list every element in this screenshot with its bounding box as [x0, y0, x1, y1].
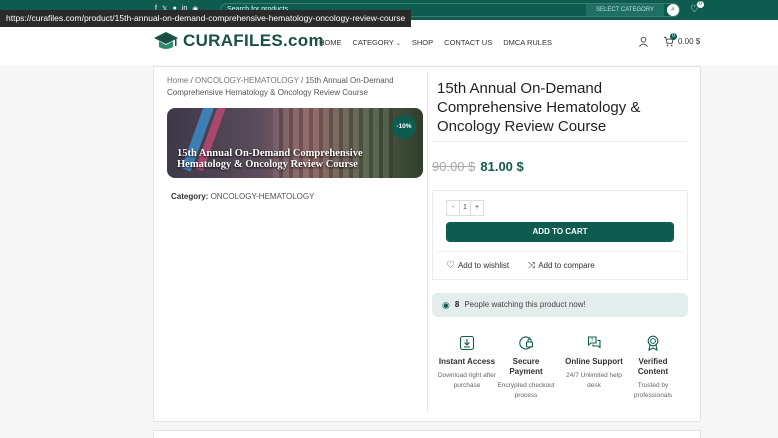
- compare-icon: ⤨: [528, 260, 536, 270]
- status-url-tooltip: https://curafiles.com/product/15th-annua…: [0, 10, 412, 27]
- feature-title: Secure Payment: [509, 357, 543, 376]
- feature-desc: Download right after purchase: [437, 372, 497, 389]
- product-image[interactable]: 15th Annual On-Demand Comprehensive Hema…: [167, 108, 423, 178]
- site-logo[interactable]: CURAFILES.com: [153, 31, 324, 51]
- old-price: 90.00 $: [432, 159, 476, 174]
- feature-title: Verified Content: [637, 357, 669, 376]
- next-section-card: [153, 430, 701, 438]
- wishlist-label: Add to wishlist: [457, 261, 510, 270]
- product-title: 15th Annual On-Demand Comprehensive Hema…: [437, 80, 641, 135]
- sale-badge: -10%: [392, 115, 416, 139]
- search-icon[interactable]: ⌕: [667, 4, 679, 16]
- user-icon[interactable]: [638, 36, 649, 47]
- watching-notice: ◉ 8 People watching this product now!: [432, 293, 688, 317]
- nav-shop[interactable]: SHOP: [412, 38, 433, 47]
- feature-secure-payment: Secure Payment Encrypted checkout proces…: [496, 335, 556, 401]
- category-select[interactable]: SELECT CATEGORY: [586, 4, 664, 16]
- product-category: Category: ONCOLOGY-HEMATOLOGY: [171, 192, 314, 201]
- buy-box-divider: [436, 251, 684, 252]
- feature-verified-content: Verified Content Trusted by professional…: [623, 335, 683, 401]
- nav-home[interactable]: HOME: [319, 38, 342, 47]
- breadcrumb-home[interactable]: Home: [167, 76, 188, 85]
- breadcrumb-separator: /: [190, 76, 193, 85]
- quantity-stepper: - 1 +: [446, 200, 484, 216]
- watching-text: People watching this product now!: [464, 300, 586, 309]
- category-label: Category:: [171, 192, 209, 201]
- download-icon: [459, 335, 475, 351]
- nav-category-label: CATEGORY: [352, 38, 394, 47]
- heart-icon: ♡: [446, 260, 455, 271]
- cart-button[interactable]: 0 0.00 $: [663, 33, 701, 47]
- watching-count: 8: [454, 300, 460, 309]
- cart-total: 0.00 $: [678, 37, 701, 46]
- add-to-compare-button[interactable]: ⤨ Add to compare: [528, 260, 595, 271]
- add-to-cart-button[interactable]: ADD TO CART: [446, 222, 674, 242]
- nav-dmca[interactable]: DMCA RULES: [503, 38, 552, 47]
- nav-contact[interactable]: CONTACT US: [444, 38, 492, 47]
- breadcrumb-separator: /: [301, 76, 304, 85]
- eye-icon: ◉: [442, 300, 450, 310]
- secure-payment-icon: [519, 336, 534, 350]
- logo-text: CURAFILES.com: [183, 31, 324, 50]
- compare-label: Add to compare: [538, 261, 595, 270]
- feature-online-support: ? Online Support 24/7 Unlimited help des…: [564, 335, 624, 391]
- feature-instant-access: Instant Access Download right after purc…: [437, 335, 497, 391]
- add-to-wishlist-button[interactable]: ♡ Add to wishlist: [446, 260, 509, 271]
- support-icon: ?: [587, 336, 601, 349]
- quantity-input[interactable]: 1: [459, 201, 471, 215]
- feature-desc: Trusted by professionals: [633, 382, 673, 399]
- price: 90.00 $ 81.00 $: [432, 159, 524, 174]
- feature-title: Instant Access: [438, 357, 496, 366]
- product-image-title: 15th Annual On-Demand Comprehensive Hema…: [177, 148, 363, 170]
- svg-text:?: ?: [591, 338, 594, 344]
- feature-desc: Encrypted checkout process: [497, 382, 555, 399]
- graduation-cap-icon: [154, 32, 178, 49]
- column-divider: [427, 72, 428, 412]
- chevron-down-icon: ⌄: [395, 41, 401, 47]
- verified-icon: [647, 335, 659, 351]
- cart-count-badge: 0: [670, 33, 677, 40]
- breadcrumb-category[interactable]: ONCOLOGY-HEMATOLOGY: [195, 76, 299, 85]
- title-divider: [432, 141, 688, 142]
- nav-category[interactable]: CATEGORY ⌄: [353, 38, 401, 47]
- feature-desc: 24/7 Unlimited help desk: [566, 372, 622, 389]
- sale-price: 81.00 $: [480, 159, 524, 174]
- main-nav: HOME CATEGORY ⌄ SHOP CONTACT US DMCA RUL…: [319, 38, 552, 47]
- breadcrumb: Home / ONCOLOGY-HEMATOLOGY / 15th Annual…: [167, 75, 422, 99]
- qty-plus-button[interactable]: +: [471, 201, 483, 215]
- category-link[interactable]: ONCOLOGY-HEMATOLOGY: [211, 192, 315, 201]
- wishlist-count-badge: 0: [697, 1, 704, 8]
- wishlist-icon[interactable]: ♡ 0: [690, 1, 704, 15]
- feature-title: Online Support: [565, 357, 623, 366]
- qty-minus-button[interactable]: -: [447, 201, 459, 215]
